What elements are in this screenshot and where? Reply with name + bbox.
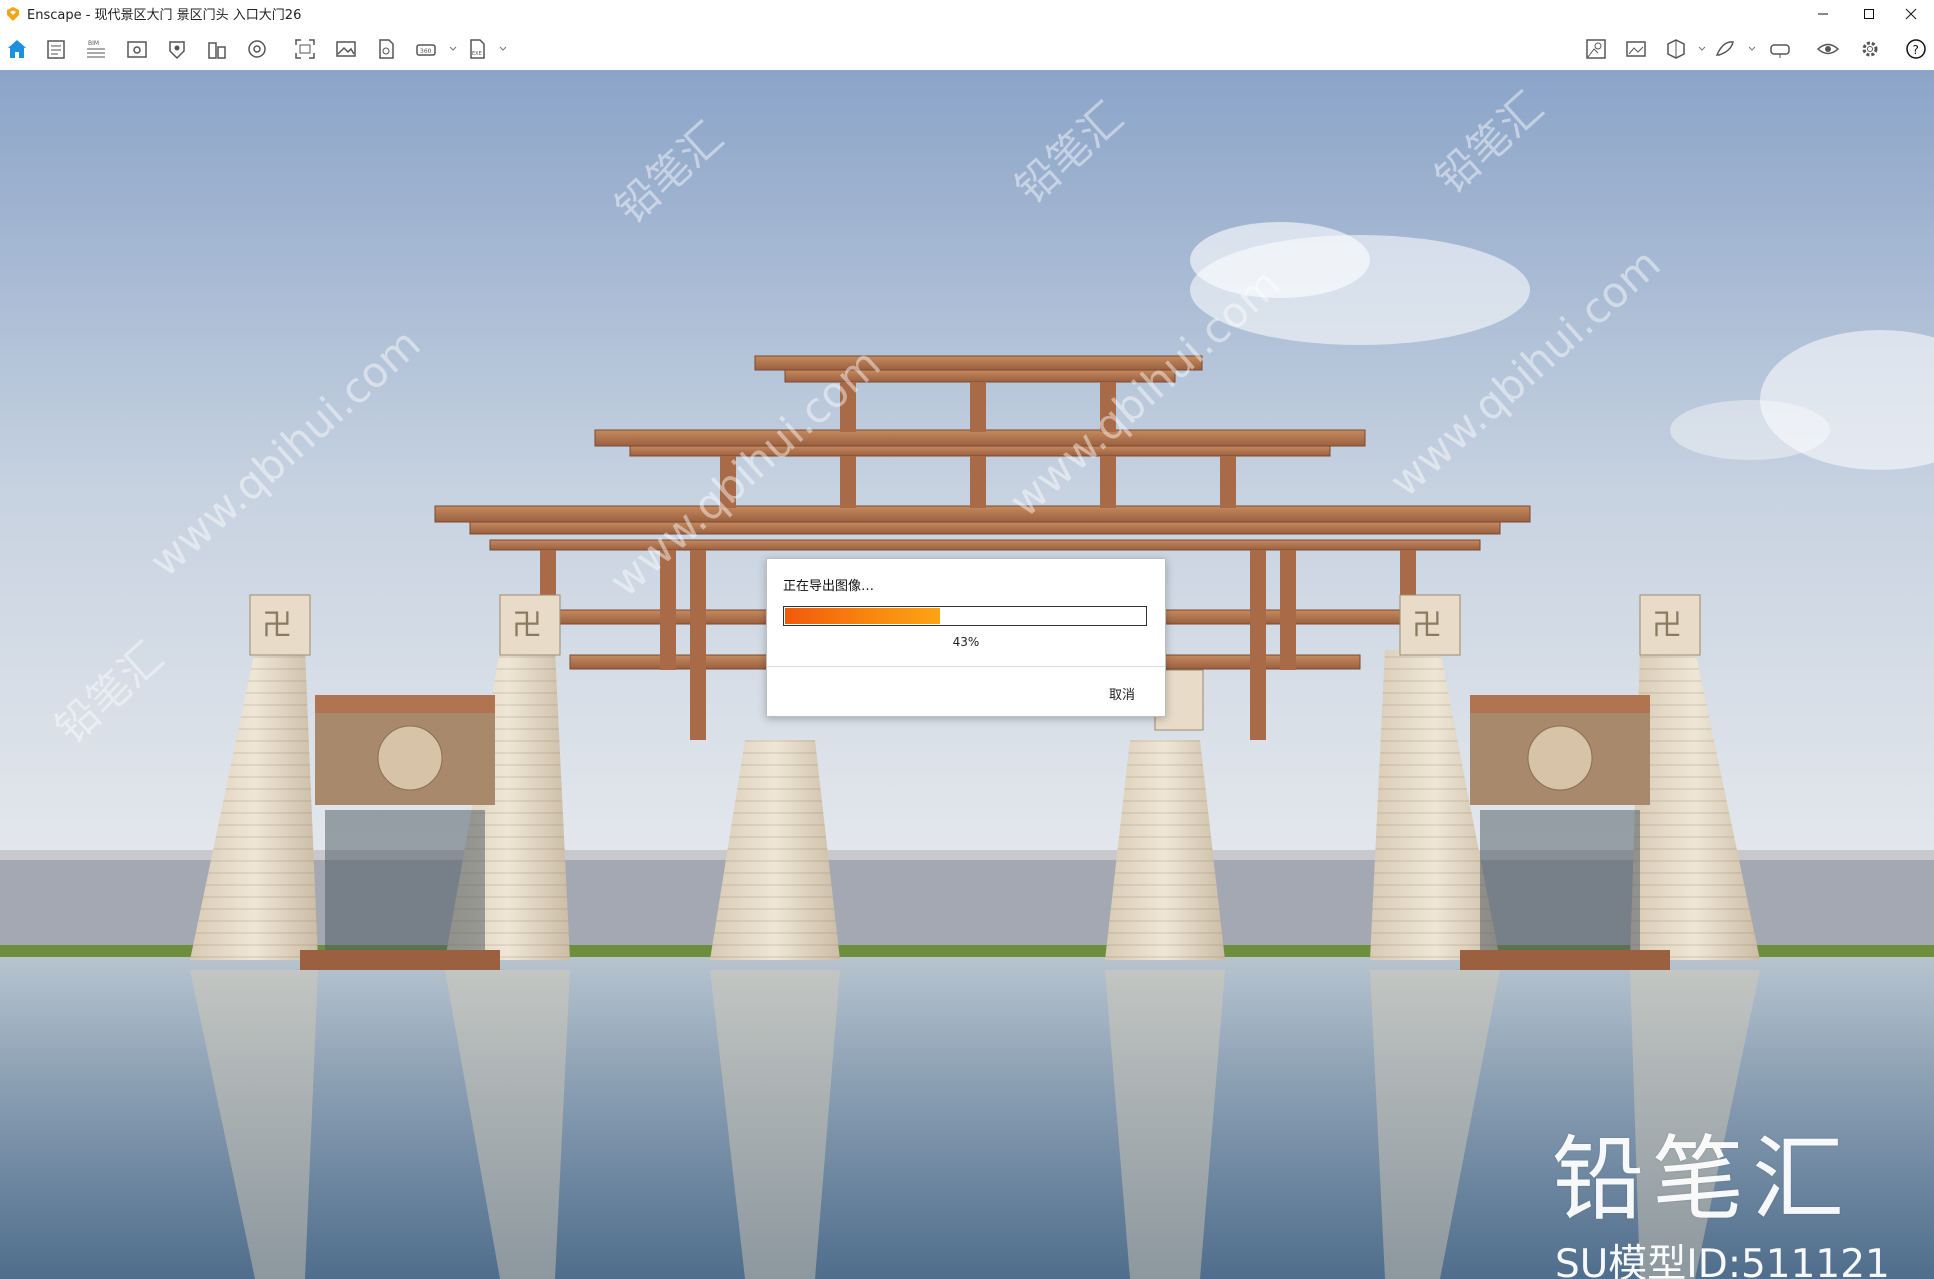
- screenshot-icon: [295, 39, 315, 59]
- minimize-icon: [1818, 13, 1828, 14]
- close-icon: [1905, 8, 1917, 19]
- vr-headset-icon: [1770, 44, 1790, 58]
- feedback-icon: [1715, 41, 1734, 56]
- cube-view-dropdown[interactable]: [1697, 41, 1707, 55]
- building-icon: [208, 42, 226, 59]
- panorama-button[interactable]: [373, 36, 399, 62]
- visibility-icon: [1816, 43, 1840, 55]
- visibility-button[interactable]: [1815, 36, 1841, 62]
- feedback-dropdown[interactable]: [1747, 41, 1757, 55]
- screenshot-button[interactable]: [292, 36, 318, 62]
- svg-text:卍: 卍: [1652, 608, 1682, 643]
- image-button[interactable]: [333, 36, 359, 62]
- maximize-icon: [1864, 8, 1874, 19]
- chevron-down-icon: [499, 46, 507, 51]
- toolbar: BIM 360 EXE ?: [0, 27, 1934, 94]
- export-exe-icon: EXE: [470, 39, 485, 59]
- assets-icon: [169, 41, 185, 60]
- svg-text:卍: 卍: [512, 608, 542, 643]
- cancel-button[interactable]: 取消: [1097, 683, 1147, 703]
- building-button[interactable]: [204, 36, 230, 62]
- cube-view-button[interactable]: [1663, 36, 1689, 62]
- svg-text:卍: 卍: [1412, 608, 1442, 643]
- close-button[interactable]: [1888, 0, 1934, 27]
- svg-text:?: ?: [1913, 43, 1919, 57]
- image-icon: [336, 41, 356, 57]
- watermark-brand: 铅笔汇: [1552, 1126, 1853, 1233]
- settings-button[interactable]: [1857, 36, 1883, 62]
- export-progress-dialog: 正在导出图像… 43% 取消: [766, 558, 1166, 717]
- enscape-logo-icon: [7, 6, 19, 21]
- assets-button[interactable]: [164, 36, 190, 62]
- documents-button[interactable]: [43, 36, 69, 62]
- vr-button[interactable]: 360: [413, 36, 439, 62]
- views-button[interactable]: [124, 36, 150, 62]
- chevron-down-icon: [449, 46, 457, 51]
- svg-text:卍: 卍: [262, 608, 292, 643]
- maximize-button[interactable]: [1846, 0, 1892, 27]
- progress-fill: [785, 608, 940, 624]
- atmosphere-icon: [248, 40, 266, 58]
- gallery-button[interactable]: [1623, 36, 1649, 62]
- svg-text:EXE: EXE: [472, 51, 482, 57]
- map-button[interactable]: [1583, 36, 1609, 62]
- bim-icon: BIM: [87, 40, 105, 58]
- svg-text:BIM: BIM: [88, 40, 99, 47]
- progress-bar: [783, 606, 1147, 626]
- chevron-down-icon: [1698, 46, 1706, 51]
- home-button[interactable]: [4, 36, 30, 62]
- atmosphere-button[interactable]: [244, 36, 270, 62]
- progress-percent: 43%: [952, 635, 980, 649]
- minimize-button[interactable]: [1800, 0, 1846, 27]
- gallery-icon: [1626, 41, 1646, 57]
- settings-icon: [1862, 41, 1878, 57]
- vr-dropdown[interactable]: [448, 41, 458, 55]
- title-bar: Enscape - 现代景区大门 景区门头 入口大门26: [0, 0, 1934, 27]
- panorama-icon: [379, 39, 394, 59]
- home-icon: [8, 40, 26, 58]
- svg-text:360: 360: [420, 48, 432, 55]
- dialog-title: 正在导出图像…: [783, 579, 875, 594]
- export-exe-button[interactable]: EXE: [464, 36, 490, 62]
- divider: [767, 666, 1165, 667]
- feedback-button[interactable]: [1712, 36, 1738, 62]
- window-title: Enscape - 现代景区大门 景区门头 入口大门26: [27, 8, 302, 23]
- documents-icon: [47, 40, 65, 59]
- vr-headset-button[interactable]: [1767, 36, 1793, 62]
- views-icon: [127, 41, 147, 58]
- export-dropdown[interactable]: [498, 41, 508, 55]
- cube-view-icon: [1667, 39, 1685, 59]
- watermark-model-id: SU模型ID:511121: [1555, 1242, 1890, 1279]
- help-icon: ?: [1906, 39, 1926, 59]
- vr-icon: 360: [416, 44, 436, 56]
- chevron-down-icon: [1748, 46, 1756, 51]
- map-icon: [1586, 39, 1606, 59]
- help-button[interactable]: ?: [1903, 36, 1929, 62]
- bim-button[interactable]: BIM: [83, 36, 109, 62]
